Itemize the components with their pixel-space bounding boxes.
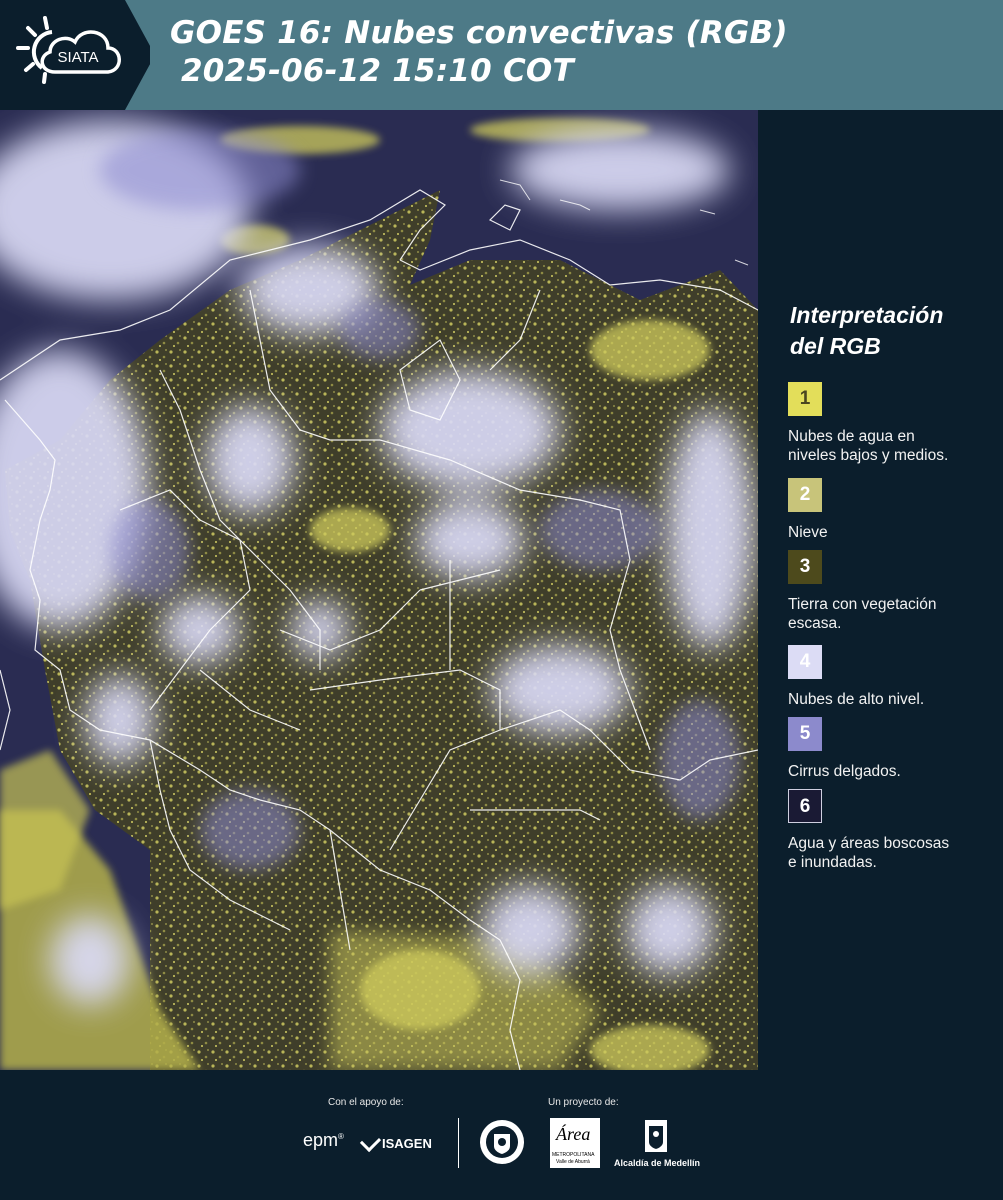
epm-logo: epm®	[303, 1130, 344, 1151]
legend-label-2: Nieve	[788, 523, 988, 542]
satellite-image	[0, 110, 758, 1070]
area-metropolitana-logo: Área METROPOLITANA Valle de Aburrá	[550, 1118, 600, 1168]
project-label: Un proyecto de:	[548, 1097, 619, 1108]
area-logo-text: Área	[556, 1124, 591, 1144]
legend-label-4: Nubes de alto nivel.	[788, 690, 988, 709]
title-line-1: GOES 16: Nubes convectivas (RGB)	[170, 15, 788, 51]
title-line-2: 2025-06-12 15:10 COT	[170, 53, 574, 89]
medellin-seal	[478, 1118, 526, 1171]
legend-label-5-line-1: Cirrus delgados.	[788, 763, 901, 780]
legend-label-5: Cirrus delgados.	[788, 762, 988, 781]
registered-mark: ®	[338, 1132, 344, 1141]
legend-label-1-line-1: Nubes de agua en	[788, 428, 915, 445]
legend-swatch-6: 6	[788, 789, 822, 823]
legend-swatch-2: 2	[788, 478, 822, 512]
alcaldia-logo	[643, 1118, 669, 1154]
legend-swatch-3: 3	[788, 550, 822, 584]
legend-title: Interpretación del RGB	[790, 300, 943, 362]
page-title: GOES 16: Nubes convectivas (RGB) 2025-06…	[170, 14, 788, 90]
legend-label-1-line-2: niveles bajos y medios.	[788, 447, 949, 464]
satellite-map	[0, 110, 758, 1070]
legend-swatch-5: 5	[788, 717, 822, 751]
legend-swatch-4: 4	[788, 645, 822, 679]
isagen-logo-text: ISAGEN	[382, 1136, 432, 1151]
epm-logo-text: epm	[303, 1130, 339, 1150]
area-logo-sub: METROPOLITANA	[552, 1152, 595, 1158]
legend-title-line-2: del RGB	[790, 333, 881, 359]
area-logo-sub2: Valle de Aburrá	[556, 1159, 590, 1165]
legend-label-1: Nubes de agua en niveles bajos y medios.	[788, 427, 988, 465]
legend-label-3-line-1: Tierra con vegetación	[788, 596, 937, 613]
legend-label-4-line-1: Nubes de alto nivel.	[788, 691, 925, 708]
legend-swatch-1: 1	[788, 382, 822, 416]
legend-label-6-line-1: Agua y áreas boscosas	[788, 835, 950, 852]
legend-label-3: Tierra con vegetación escasa.	[788, 595, 988, 633]
legend-label-2-line-1: Nieve	[788, 524, 828, 541]
footer-divider	[458, 1118, 459, 1168]
legend-title-line-1: Interpretación	[790, 302, 944, 328]
legend-label-3-line-2: escasa.	[788, 615, 842, 632]
isagen-icon	[359, 1130, 382, 1153]
legend-label-6-line-2: e inundadas.	[788, 854, 877, 871]
isagen-logo: ISAGEN	[359, 1130, 432, 1153]
legend-label-6: Agua y áreas boscosas e inundadas.	[788, 834, 988, 872]
siata-logo: SIATA	[0, 0, 155, 110]
alcaldia-text: Alcaldía de Medellín	[614, 1158, 701, 1168]
siata-logo-text: SIATA	[57, 49, 98, 66]
legend-panel	[758, 110, 1003, 1070]
support-label: Con el apoyo de:	[328, 1097, 404, 1108]
